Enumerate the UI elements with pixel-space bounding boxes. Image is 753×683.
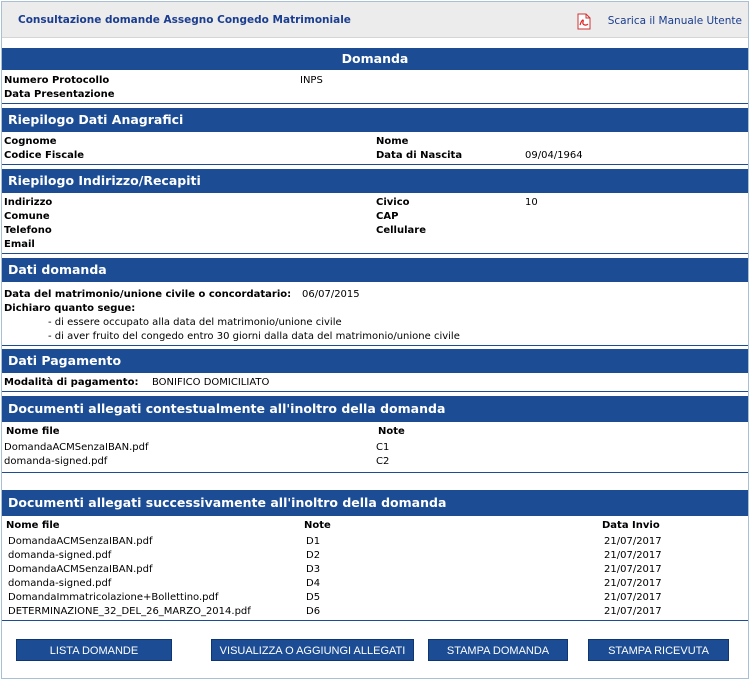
label-modalita-pagamento: Modalità di pagamento:: [4, 377, 139, 388]
file-link[interactable]: DomandaACMSenzaIBAN.pdf: [8, 564, 153, 575]
file-data-invio: 21/07/2017: [604, 550, 662, 561]
visualizza-allegati-button[interactable]: VISUALIZZA O AGGIUNGI ALLEGATI: [211, 639, 414, 661]
divider: [2, 253, 748, 254]
section-allegati-contestuali: Documenti allegati contestualmente all'i…: [2, 396, 748, 422]
label-data-nascita: Data di Nascita: [376, 150, 463, 161]
file-note: D1: [306, 536, 321, 547]
file-note: D5: [306, 592, 321, 603]
label-telefono: Telefono: [4, 225, 52, 236]
section-pagamento: Dati Pagamento: [2, 349, 748, 373]
divider: [2, 391, 748, 392]
lista-domande-button[interactable]: LISTA DOMANDE: [16, 639, 172, 661]
column-header-note: Note: [304, 520, 331, 531]
stampa-ricevuta-button[interactable]: STAMPA RICEVUTA: [588, 639, 729, 661]
divider: [2, 620, 748, 621]
label-nome: Nome: [376, 136, 409, 147]
section-anagrafici: Riepilogo Dati Anagrafici: [2, 108, 748, 132]
value-data-nascita: 09/04/1964: [525, 150, 583, 161]
file-data-invio: 21/07/2017: [604, 606, 662, 617]
label-data-presentazione: Data Presentazione: [4, 89, 115, 100]
header-bar: Consultazione domande Assegno Congedo Ma…: [2, 2, 748, 38]
value-numero-protocollo: INPS: [300, 75, 323, 86]
column-header-file: Nome file: [6, 520, 60, 531]
file-note: D6: [306, 606, 321, 617]
label-data-matrimonio: Data del matrimonio/unione civile o conc…: [4, 289, 292, 300]
dichiarazione-item: - di aver fruito del congedo entro 30 gi…: [48, 331, 460, 342]
file-data-invio: 21/07/2017: [604, 578, 662, 589]
page-title: Consultazione domande Assegno Congedo Ma…: [18, 14, 351, 26]
file-data-invio: 21/07/2017: [604, 592, 662, 603]
stampa-domanda-button[interactable]: STAMPA DOMANDA: [428, 639, 568, 661]
column-header-data-invio: Data Invio: [602, 520, 660, 531]
divider: [2, 164, 748, 165]
file-data-invio: 21/07/2017: [604, 564, 662, 575]
pdf-icon: [577, 13, 591, 30]
label-civico: Civico: [376, 197, 410, 208]
value-data-matrimonio: 06/07/2015: [302, 289, 360, 300]
section-recapiti: Riepilogo Indirizzo/Recapiti: [2, 169, 748, 193]
file-link[interactable]: DomandaACMSenzaIBAN.pdf: [8, 536, 153, 547]
label-dichiaro: Dichiaro quanto segue:: [4, 303, 136, 314]
main-panel: Consultazione domande Assegno Congedo Ma…: [1, 1, 749, 679]
label-cognome: Cognome: [4, 136, 57, 147]
file-link[interactable]: domanda-signed.pdf: [8, 578, 111, 589]
file-note: C2: [376, 456, 390, 467]
download-manual-link[interactable]: Scarica il Manuale Utente: [577, 13, 742, 30]
section-dati-domanda: Dati domanda: [2, 258, 748, 282]
label-cellulare: Cellulare: [376, 225, 426, 236]
file-link[interactable]: DomandaACMSenzaIBAN.pdf: [4, 442, 149, 453]
divider: [2, 103, 748, 104]
value-modalita-pagamento: BONIFICO DOMICILIATO: [152, 377, 270, 388]
manual-label: Scarica il Manuale Utente: [607, 15, 742, 27]
file-link[interactable]: DETERMINAZIONE_32_DEL_26_MARZO_2014.pdf: [8, 606, 251, 617]
label-numero-protocollo: Numero Protocollo: [4, 75, 110, 86]
label-comune: Comune: [4, 211, 50, 222]
column-header-note: Note: [378, 426, 405, 437]
dichiarazione-item: - di essere occupato alla data del matri…: [48, 317, 342, 328]
label-cap: CAP: [376, 211, 399, 222]
label-email: Email: [4, 239, 35, 250]
label-indirizzo: Indirizzo: [4, 197, 53, 208]
file-note: D3: [306, 564, 321, 575]
column-header-file: Nome file: [6, 426, 60, 437]
file-note: D2: [306, 550, 321, 561]
label-codice-fiscale: Codice Fiscale: [4, 150, 85, 161]
file-link[interactable]: DomandaImmatricolazione+Bollettino.pdf: [8, 592, 218, 603]
file-note: D4: [306, 578, 321, 589]
file-data-invio: 21/07/2017: [604, 536, 662, 547]
section-domanda: Domanda: [2, 48, 748, 70]
file-link[interactable]: domanda-signed.pdf: [4, 456, 107, 467]
divider: [2, 472, 748, 473]
section-allegati-successivi: Documenti allegati successivamente all'i…: [2, 490, 748, 516]
divider: [2, 345, 748, 346]
file-link[interactable]: domanda-signed.pdf: [8, 550, 111, 561]
value-civico: 10: [525, 197, 538, 208]
file-note: C1: [376, 442, 390, 453]
